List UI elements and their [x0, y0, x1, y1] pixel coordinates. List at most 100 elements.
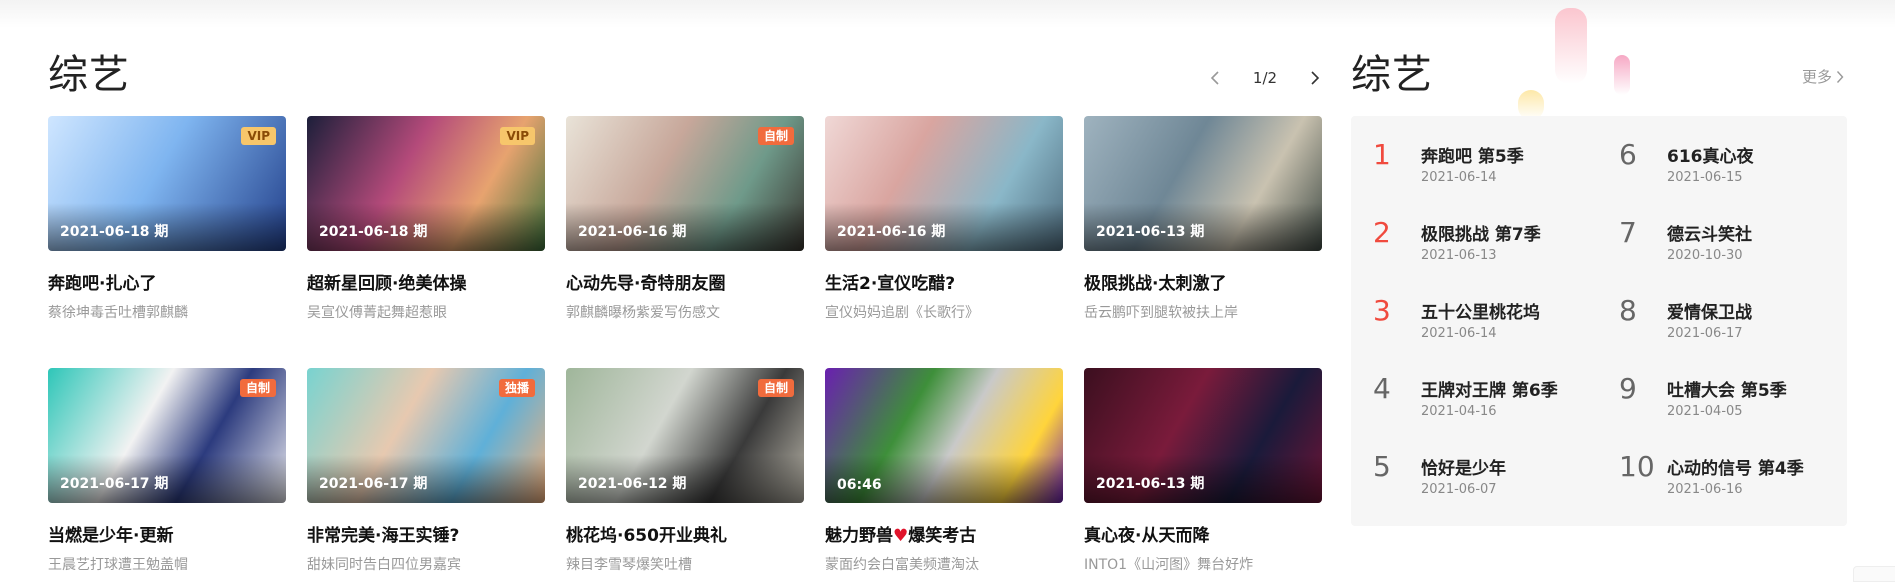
video-thumbnail[interactable]: 2021-06-16 期 自制	[566, 116, 804, 251]
video-thumbnail[interactable]: 2021-06-17 期 独播	[307, 368, 545, 503]
rank-update-date: 2021-04-05	[1667, 404, 1743, 419]
video-card[interactable]: 2021-06-12 期 自制桃花坞·650开业典礼辣目李雪琴爆笑吐槽	[566, 368, 804, 574]
rank-number: 1	[1373, 138, 1391, 171]
rank-number: 7	[1619, 216, 1637, 249]
rank-item[interactable]: 8 爱情保卫战 2021-06-17	[1619, 292, 1849, 352]
video-thumbnail[interactable]: 2021-06-13 期	[1084, 116, 1322, 251]
video-card[interactable]: 2021-06-17 期 自制 当燃是少年·更新 王晨艺打球遭王勉盖帽	[48, 368, 286, 574]
rank-update-date: 2021-06-14	[1421, 326, 1497, 341]
rank-show-name[interactable]: 吐槽大会 第5季	[1667, 376, 1787, 401]
video-card[interactable]: 2021-06-13 期极限挑战·太刺激了岳云鹏吓到腿软被扶上岸	[1084, 116, 1322, 322]
episode-date: 06:46	[837, 477, 882, 493]
rank-show-name[interactable]: 爱情保卫战	[1667, 298, 1752, 323]
video-card[interactable]: 2021-06-17 期 独播非常完美·海王实锤? 甜妹同时告白四位男嘉宾	[307, 368, 545, 574]
video-subtitle: 岳云鹏吓到腿软被扶上岸	[1084, 305, 1238, 321]
video-subtitle: 蒙面约会白富美频遭淘汰	[825, 557, 979, 573]
rank-title: 综艺	[1351, 52, 1433, 98]
rank-panel: 1 奔跑吧 第5季 2021-06-14 2 极限挑战 第7季 2021-06-13 3 五十…	[1351, 116, 1847, 526]
video-thumbnail[interactable]: 06:46	[825, 368, 1063, 503]
rank-item[interactable]: 1 奔跑吧 第5季 2021-06-14	[1373, 136, 1603, 196]
episode-date: 2021-06-17 期	[319, 476, 428, 492]
video-title[interactable]: 极限挑战·太刺激了	[1084, 269, 1322, 294]
video-subtitle: 郭麒麟曝杨紫爱写伤感文	[566, 305, 720, 321]
video-title[interactable]: 非常完美·海王实锤?	[307, 521, 545, 546]
video-title-part: 爆笑考古	[908, 526, 977, 546]
rank-show-name[interactable]: 心动的信号 第4季	[1667, 454, 1804, 479]
rank-number: 5	[1373, 450, 1391, 483]
rank-item[interactable]: 3 五十公里桃花坞 2021-06-14	[1373, 292, 1603, 352]
video-title[interactable]: 超新星回顾·绝美体操	[307, 269, 545, 294]
episode-date: 2021-06-17 期	[60, 476, 169, 492]
video-thumbnail[interactable]: 2021-06-17 期 自制	[48, 368, 286, 503]
video-subtitle: 辣目李雪琴爆笑吐槽	[566, 557, 692, 573]
video-card[interactable]: 2021-06-18 期 VIP 超新星回顾·绝美体操 吴宣仪傅菁起舞超惹眼	[307, 116, 545, 322]
rank-show-name[interactable]: 奔跑吧 第5季	[1421, 142, 1524, 167]
rank-item[interactable]: 2 极限挑战 第7季 2021-06-13	[1373, 214, 1603, 274]
rank-item[interactable]: 4 王牌对王牌 第6季 2021-04-16	[1373, 370, 1603, 430]
heart-icon: ♥	[893, 526, 909, 546]
rank-update-date: 2021-06-16	[1667, 482, 1743, 497]
more-link[interactable]: 更多	[1802, 66, 1844, 87]
video-title[interactable]: 桃花坞·650开业典礼	[566, 521, 804, 546]
more-label: 更多	[1802, 68, 1833, 86]
episode-date: 2021-06-16 期	[578, 224, 687, 240]
video-title[interactable]: 当燃是少年·更新	[48, 521, 286, 546]
rank-show-name[interactable]: 恰好是少年	[1421, 454, 1506, 479]
badge: VIP	[500, 127, 535, 145]
rank-show-name[interactable]: 616真心夜	[1667, 142, 1754, 167]
rank-item[interactable]: 7 德云斗笑社 2020-10-30	[1619, 214, 1849, 274]
rank-number: 10	[1619, 450, 1655, 483]
rank-update-date: 2021-06-14	[1421, 170, 1497, 185]
video-thumbnail[interactable]: 2021-06-18 期 VIP	[307, 116, 545, 251]
video-title[interactable]: 心动先导·奇特朋友圈	[566, 269, 804, 294]
episode-date: 2021-06-13 期	[1096, 224, 1205, 240]
chevron-right-icon	[1836, 70, 1844, 83]
video-title[interactable]: 生活2·宣仪吃醋?	[825, 269, 1063, 294]
decorative-pill	[1555, 8, 1587, 84]
rank-update-date: 2021-06-15	[1667, 170, 1743, 185]
video-title[interactable]: 奔跑吧·扎心了	[48, 269, 286, 294]
rank-show-name[interactable]: 王牌对王牌 第6季	[1421, 376, 1558, 401]
video-thumbnail[interactable]: 2021-06-12 期 自制	[566, 368, 804, 503]
rank-show-name[interactable]: 德云斗笑社	[1667, 220, 1752, 245]
badge: 自制	[239, 379, 276, 397]
video-title[interactable]: 真心夜·从天而降	[1084, 521, 1322, 546]
section-title: 综艺	[48, 52, 130, 98]
video-card[interactable]: 2021-06-16 期生活2·宣仪吃醋? 宣仪妈妈追剧《长歌行》	[825, 116, 1063, 322]
rank-number: 4	[1373, 372, 1391, 405]
pager: 1/2	[1205, 66, 1325, 90]
rank-update-date: 2021-04-16	[1421, 404, 1497, 419]
rank-item[interactable]: 6 616真心夜 2021-06-15	[1619, 136, 1849, 196]
rank-show-name[interactable]: 极限挑战 第7季	[1421, 220, 1541, 245]
decorative-pill	[1614, 55, 1630, 95]
badge: 自制	[757, 127, 794, 145]
video-title[interactable]: 魅力野兽♥爆笑考古	[825, 521, 1063, 546]
video-card[interactable]: 2021-06-13 期真心夜·从天而降 INTO1《山河图》舞台好炸	[1084, 368, 1322, 574]
rank-update-date: 2020-10-30	[1667, 248, 1743, 263]
episode-date: 2021-06-12 期	[578, 476, 687, 492]
next-page-button[interactable]	[1305, 68, 1325, 88]
episode-date: 2021-06-18 期	[319, 224, 428, 240]
rank-update-date: 2021-06-13	[1421, 248, 1497, 263]
video-card[interactable]: 2021-06-18 期 VIP 奔跑吧·扎心了 蔡徐坤毒舌吐槽郭麒麟	[48, 116, 286, 322]
video-card[interactable]: 2021-06-16 期 自制心动先导·奇特朋友圈郭麒麟曝杨紫爱写伤感文	[566, 116, 804, 322]
rank-number: 2	[1373, 216, 1391, 249]
video-subtitle: INTO1《山河图》舞台好炸	[1084, 557, 1254, 573]
page-indicator: 1/2	[1252, 69, 1278, 87]
video-card[interactable]: 06:46 魅力野兽♥爆笑考古蒙面约会白富美频遭淘汰	[825, 368, 1063, 574]
video-thumbnail[interactable]: 2021-06-18 期 VIP	[48, 116, 286, 251]
rank-number: 9	[1619, 372, 1637, 405]
video-thumbnail[interactable]: 2021-06-16 期	[825, 116, 1063, 251]
rank-item[interactable]: 5 恰好是少年 2021-06-07	[1373, 448, 1603, 508]
rank-show-name[interactable]: 五十公里桃花坞	[1421, 298, 1540, 323]
prev-page-button[interactable]	[1205, 68, 1225, 88]
video-subtitle: 甜妹同时告白四位男嘉宾	[307, 557, 461, 573]
badge: VIP	[241, 127, 276, 145]
rank-item[interactable]: 10 心动的信号 第4季 2021-06-16	[1619, 448, 1849, 508]
rank-number: 8	[1619, 294, 1637, 327]
video-thumbnail[interactable]: 2021-06-13 期	[1084, 368, 1322, 503]
badge: 自制	[757, 379, 794, 397]
rank-item[interactable]: 9 吐槽大会 第5季 2021-04-05	[1619, 370, 1849, 430]
episode-date: 2021-06-13 期	[1096, 476, 1205, 492]
chevron-left-icon	[1210, 71, 1219, 85]
